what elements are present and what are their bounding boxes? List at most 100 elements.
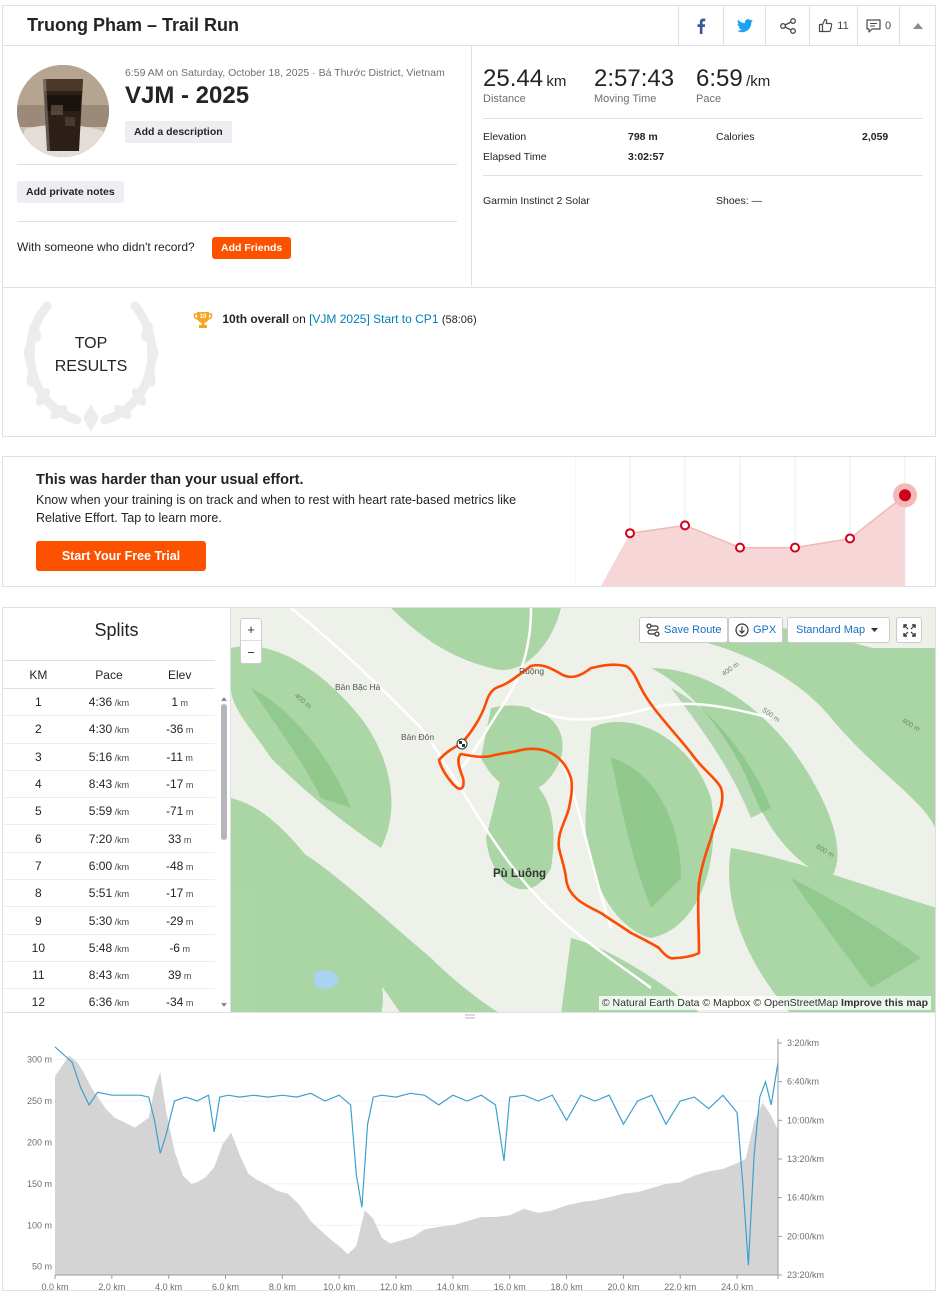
- split-elev: -6 m: [144, 934, 215, 962]
- x-tick-label: 12.0 km: [380, 1282, 412, 1291]
- zoom-in-button[interactable]: +: [241, 619, 261, 641]
- elevation-pace-chart[interactable]: 300 m 250 m 200 m 150 m 100 m 50 m 3:20/km 6:40…: [3, 1013, 937, 1291]
- scroll-thumb[interactable]: [221, 704, 227, 840]
- splits-row: 2 4:30 /km -36 m: [3, 715, 215, 744]
- split-pace: 8:43 /km: [73, 961, 145, 990]
- pace-tick-label: 20:00/km: [787, 1231, 824, 1241]
- kudos-button[interactable]: 11: [809, 6, 857, 45]
- split-elev-value: 39: [167, 968, 182, 983]
- improve-map-link[interactable]: Improve this map: [841, 997, 928, 1009]
- split-pace-value: 4:36: [88, 695, 113, 710]
- relative-effort-promo[interactable]: This was harder than your usual effort. …: [2, 456, 936, 587]
- split-elev: 33 m: [144, 824, 215, 853]
- top-results-title: TOP RESULTS: [31, 332, 151, 378]
- split-elev-unit: m: [182, 752, 193, 763]
- gpx-download-button[interactable]: GPX: [728, 617, 784, 643]
- splits-col-elev: Elev: [144, 660, 215, 689]
- facebook-share-button[interactable]: [678, 6, 723, 45]
- splits-row: 11 8:43 /km 39 m: [3, 961, 215, 990]
- split-km: 5: [3, 797, 74, 826]
- y-tick-label: 200 m: [27, 1137, 52, 1147]
- collapse-button[interactable]: [899, 6, 935, 45]
- share-button[interactable]: [765, 6, 809, 45]
- resize-handle[interactable]: [465, 1014, 475, 1019]
- split-elev-unit: m: [181, 834, 192, 845]
- add-description-button[interactable]: Add a description: [125, 121, 232, 143]
- header-actions: 11 0: [678, 6, 935, 45]
- effort-point: [680, 520, 690, 531]
- split-elev-unit: m: [179, 943, 190, 954]
- split-pace: 6:36 /km: [73, 988, 145, 1012]
- split-km: 6: [3, 824, 74, 853]
- split-pace-value: 8:43: [88, 968, 113, 983]
- y-tick-label: 300 m: [27, 1055, 52, 1065]
- splits-title: Splits: [94, 620, 139, 640]
- elevation-value: 798 m: [628, 131, 658, 143]
- route-map[interactable]: Bản Bặc Hà Bản Đôn Ruộng Pù Luông 400 m 500 m…: [230, 607, 936, 1013]
- x-tick-label: 6.0 km: [212, 1282, 239, 1291]
- save-route-button[interactable]: Save Route: [639, 617, 729, 643]
- fullscreen-button[interactable]: [896, 617, 922, 643]
- split-elev: -48 m: [144, 852, 215, 881]
- achievement-item: 10 10th overall on [VJM 2025] Start to C…: [193, 310, 477, 330]
- split-elev: -11 m: [144, 743, 215, 771]
- start-free-trial-button[interactable]: Start Your Free Trial: [36, 541, 206, 571]
- splits-table: KM Pace Elev 1 4:36 /km 1 m 2 4:30 /km -36 m3…: [3, 660, 215, 1012]
- split-pace-unit: /km: [112, 834, 130, 845]
- calories-label: Calories: [716, 131, 755, 143]
- y-tick-label: 100 m: [27, 1220, 52, 1230]
- achievement-on: on: [292, 312, 306, 327]
- splits-row: 12 6:36 /km -34 m: [3, 988, 215, 1012]
- relative-effort-chart: [575, 457, 917, 586]
- x-tick-label: 4.0 km: [155, 1282, 182, 1291]
- splits-scrollbar[interactable]: [220, 694, 228, 1010]
- promo-body: Know when your training is on track and …: [36, 493, 517, 525]
- split-km: 8: [3, 879, 74, 908]
- zoom-out-button[interactable]: −: [241, 641, 261, 663]
- splits-row: 10 5:48 /km -6 m: [3, 934, 215, 962]
- caret-down-icon: [871, 628, 879, 632]
- split-elev-unit: m: [183, 780, 194, 791]
- add-friends-button[interactable]: Add Friends: [212, 237, 292, 259]
- trophy-rank-number: 10: [200, 314, 207, 320]
- split-elev-unit: m: [183, 889, 194, 900]
- split-elev-unit: m: [183, 725, 194, 736]
- segment-link[interactable]: [VJM 2025] Start to CP1: [309, 312, 438, 326]
- map-style-label: Standard Map: [796, 624, 866, 636]
- elevation-area: [55, 1055, 778, 1275]
- twitter-share-button[interactable]: [723, 6, 765, 45]
- split-elev: -17 m: [144, 879, 215, 908]
- chevron-up-icon: [912, 22, 923, 29]
- map-place-label: Ruộng: [519, 666, 545, 676]
- map-attribution: © Natural Earth Data © Mapbox © OpenStre…: [598, 996, 931, 1010]
- activity-owner-title: Truong Pham – Trail Run: [27, 15, 240, 35]
- split-pace-unit: /km: [112, 916, 130, 927]
- promo-heading: This was harder than your usual effort.: [36, 472, 304, 488]
- splits-row: 7 6:00 /km -48 m: [3, 852, 215, 881]
- split-km: 3: [3, 743, 74, 771]
- x-tick-label: 16.0 km: [494, 1282, 526, 1291]
- map-style-dropdown[interactable]: Standard Map: [787, 617, 890, 643]
- pace-tick-label: 3:20/km: [787, 1038, 819, 1048]
- split-elev-value: -71: [165, 804, 184, 819]
- effort-point: [625, 528, 635, 539]
- comments-button[interactable]: 0: [857, 6, 899, 45]
- effort-point: [790, 542, 800, 553]
- add-private-notes-button[interactable]: Add private notes: [17, 181, 124, 203]
- x-tick-label: 0.0 km: [41, 1282, 68, 1291]
- split-pace: 8:43 /km: [73, 770, 145, 799]
- split-pace: 7:20 /km: [73, 824, 145, 853]
- split-pace: 5:30 /km: [73, 906, 145, 935]
- split-elev-value: -11: [166, 749, 183, 764]
- x-tick-label: 22.0 km: [664, 1282, 696, 1291]
- split-elev-value: 33: [167, 831, 182, 846]
- attribution-text: © Natural Earth Data © Mapbox © OpenStre…: [601, 997, 839, 1009]
- split-pace-value: 8:43: [88, 777, 113, 792]
- x-tick-label: 10.0 km: [323, 1282, 355, 1291]
- split-pace-value: 5:30: [88, 913, 113, 928]
- split-pace-value: 6:00: [88, 858, 113, 873]
- split-pace-value: 7:20: [88, 831, 113, 846]
- splits-row: 8 5:51 /km -17 m: [3, 879, 215, 908]
- with-someone-label: With someone who didn't record?: [17, 240, 195, 254]
- athlete-avatar[interactable]: [17, 65, 109, 157]
